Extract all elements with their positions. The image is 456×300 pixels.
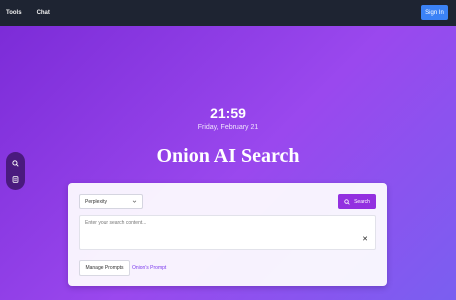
- top-nav-bar: Tools Chat Sign In: [0, 0, 456, 26]
- search-card: Perplexity Search Enter your search cont…: [68, 183, 387, 286]
- search-icon: [12, 159, 19, 167]
- manage-prompts-button[interactable]: Manage Prompts: [79, 260, 130, 276]
- nav-chat-link[interactable]: Chat: [37, 10, 50, 16]
- page-title: Onion AI Search: [156, 145, 300, 167]
- current-date: Friday, February 21: [197, 124, 259, 131]
- side-search-button[interactable]: [9, 157, 22, 170]
- model-select[interactable]: Perplexity: [79, 194, 143, 209]
- search-icon: [344, 198, 350, 205]
- onion-prompt-link[interactable]: Onion's Prompt: [132, 260, 166, 276]
- model-select-value: Perplexity: [85, 198, 107, 205]
- sign-in-button[interactable]: Sign In: [421, 5, 448, 20]
- search-input-placeholder: Enter your search content...: [85, 220, 147, 226]
- clear-icon[interactable]: ✕: [362, 235, 368, 243]
- search-input[interactable]: Enter your search content... ✕: [79, 215, 376, 250]
- clock-time: 21:59: [210, 105, 246, 121]
- chevron-down-icon: [132, 200, 137, 203]
- nav-tools-link[interactable]: Tools: [6, 10, 22, 16]
- search-button[interactable]: Search: [338, 194, 376, 209]
- search-button-label: Search: [354, 198, 370, 205]
- side-document-button[interactable]: [9, 173, 22, 186]
- side-toolbar: [6, 152, 25, 190]
- document-icon: [12, 175, 19, 183]
